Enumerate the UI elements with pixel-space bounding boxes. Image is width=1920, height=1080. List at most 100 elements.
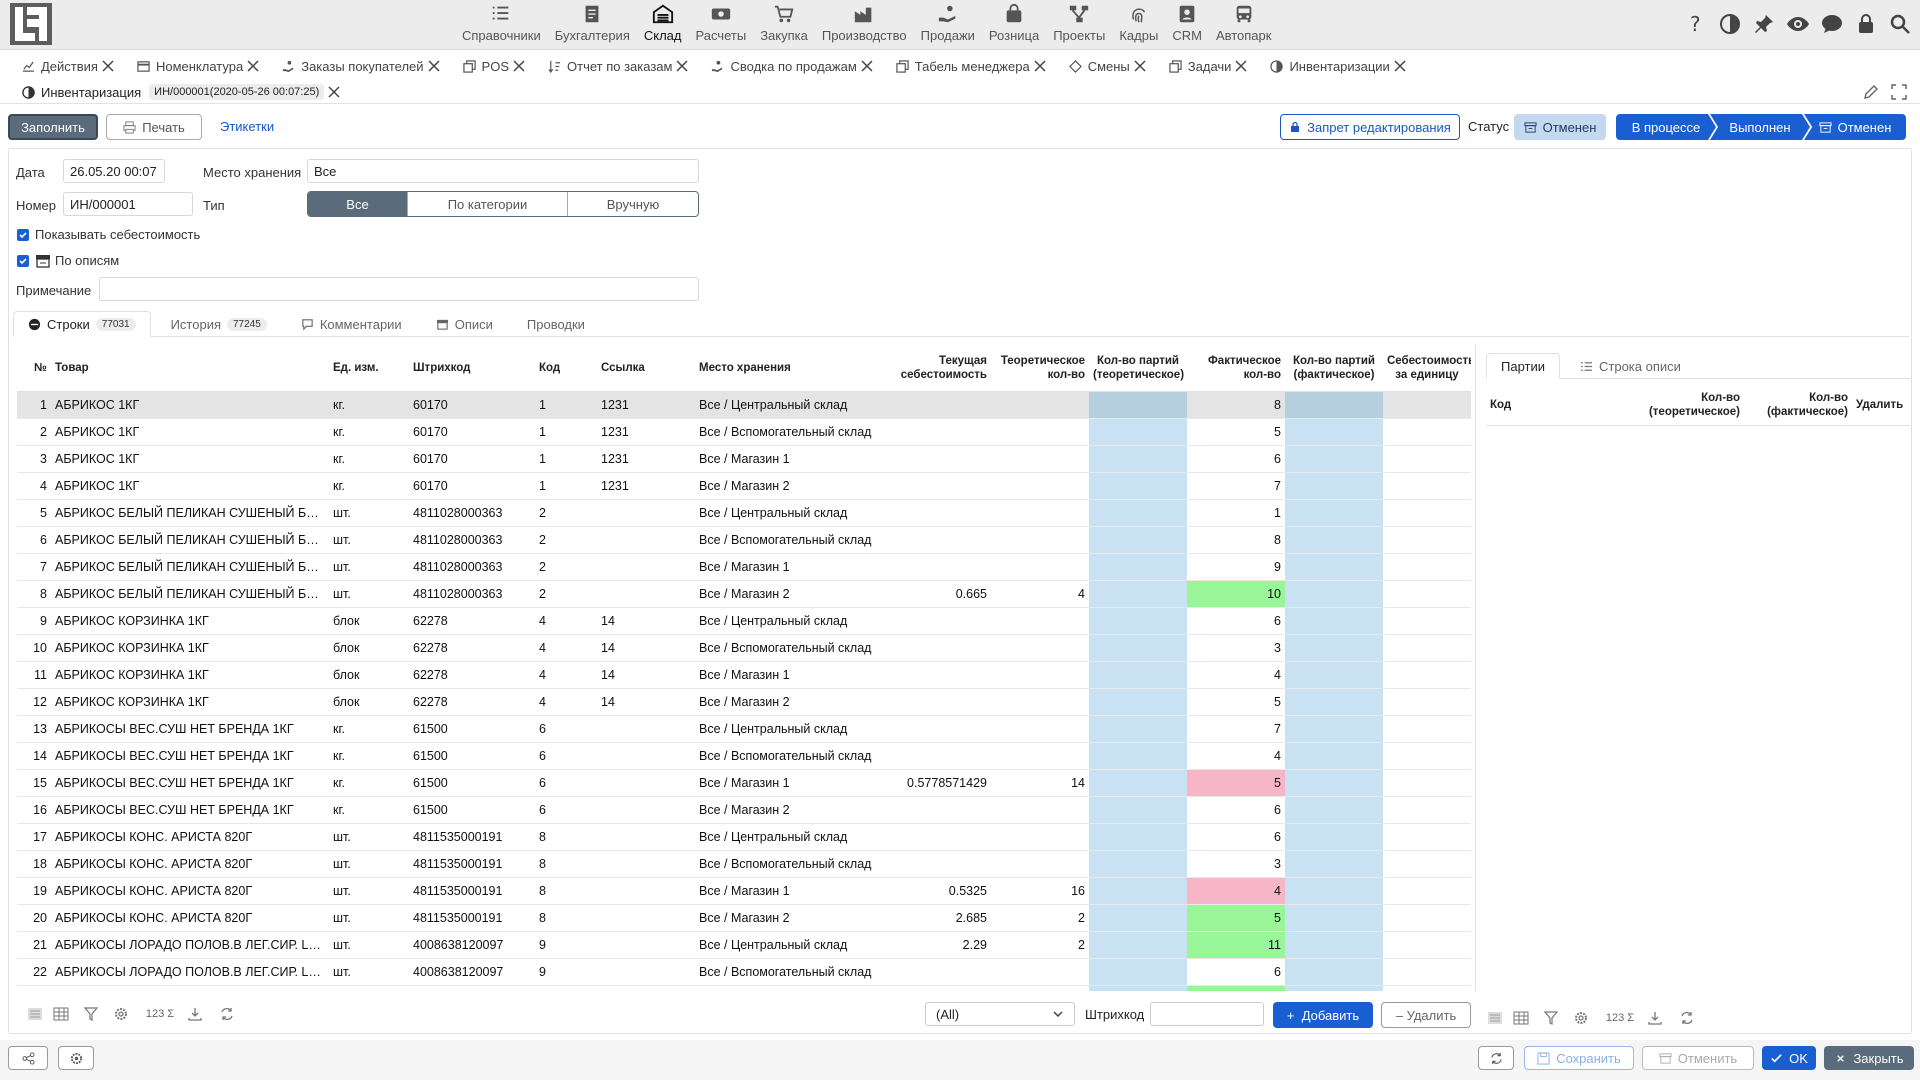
save-button[interactable]: Сохранить <box>1524 1046 1634 1070</box>
close-icon[interactable] <box>1234 59 1248 73</box>
help-icon[interactable]: ? <box>1684 12 1708 36</box>
table-row[interactable]: 17 АБРИКОСЫ КОНС. АРИСТА 820Г шт. 481153500… <box>17 823 1471 851</box>
table-row[interactable]: 22 АБРИКОСЫ ЛОРАДО ПОЛОВ.В ЛЕГ.СИР. LO...… <box>17 958 1471 986</box>
doc-tab-6[interactable]: Сводка по продажам <box>709 54 883 78</box>
list-view-icon[interactable] <box>1485 1009 1505 1027</box>
ok-button[interactable]: OK <box>1762 1046 1816 1070</box>
module-5[interactable]: Закупка <box>753 0 815 50</box>
tab-comments[interactable]: Комментарии <box>287 311 416 337</box>
col-qty-theoretical[interactable]: Кол-во (теоретическое) <box>1636 385 1744 426</box>
col-7[interactable]: Место хранения <box>695 345 891 392</box>
app-logo[interactable] <box>10 3 52 45</box>
table-view-icon[interactable] <box>1511 1009 1531 1027</box>
module-2[interactable]: Бухгалтерия <box>548 0 637 50</box>
table-row[interactable]: 10 АБРИКОС КОРЗИНКА 1КГ блок 62278 4 14 Все / … <box>17 634 1471 662</box>
eye-icon[interactable] <box>1786 12 1810 36</box>
doc-tab-4[interactable]: POS <box>461 54 536 78</box>
doc-tab-8[interactable]: Смены <box>1067 54 1157 78</box>
doc-tab-7[interactable]: Табель менеджера <box>894 54 1057 78</box>
tab-lists[interactable]: Описи <box>422 311 507 337</box>
close-icon[interactable] <box>327 85 341 99</box>
doc-tab-3[interactable]: Заказы покупателей <box>280 54 450 78</box>
filter-icon[interactable] <box>1541 1009 1561 1027</box>
col-1[interactable]: № <box>17 345 51 392</box>
table-row[interactable]: 18 АБРИКОСЫ КОНС. АРИСТА 820Г шт. 481153500… <box>17 850 1471 878</box>
close-icon[interactable] <box>1393 59 1407 73</box>
table-row[interactable]: 16 АБРИКОСЫ ВЕС.СУШ НЕТ БРЕНДА 1КГ кг. 6150… <box>17 796 1471 824</box>
module-4[interactable]: Расчеты <box>688 0 753 50</box>
type-all[interactable]: Все <box>308 192 407 216</box>
list-view-icon[interactable] <box>25 1005 45 1023</box>
close-button[interactable]: Закрыть <box>1824 1046 1914 1070</box>
sum-toggle[interactable]: 123 Σ <box>143 1005 177 1023</box>
settings-icon[interactable] <box>1571 1009 1591 1027</box>
settings-button[interactable] <box>58 1046 94 1070</box>
table-row[interactable]: 2 АБРИКОС 1КГ кг. 60170 1 1231 Все / Вспомогат… <box>17 418 1471 446</box>
refresh-icon[interactable] <box>217 1005 237 1023</box>
module-10[interactable]: Кадры <box>1112 0 1165 50</box>
close-icon[interactable] <box>101 59 115 73</box>
table-row[interactable]: 19 АБРИКОСЫ КОНС. АРИСТА 820Г шт. 481153500… <box>17 877 1471 905</box>
module-12[interactable]: Автопарк <box>1209 0 1279 50</box>
show-cost-checkbox[interactable]: Показывать себестоимость <box>17 227 200 242</box>
col-3[interactable]: Ед. изм. <box>329 345 409 392</box>
number-input[interactable]: ИН/000001 <box>63 192 193 216</box>
close-icon[interactable] <box>427 59 441 73</box>
close-icon[interactable] <box>675 59 689 73</box>
close-icon[interactable] <box>860 59 874 73</box>
type-manual[interactable]: Вручную <box>567 192 698 216</box>
share-button[interactable] <box>8 1046 48 1070</box>
labels-link[interactable]: Этикетки <box>220 119 274 134</box>
step-cancelled[interactable]: Отменен <box>1804 114 1906 140</box>
col-code[interactable]: Код <box>1486 385 1636 426</box>
tab-batches[interactable]: Партии <box>1486 353 1560 379</box>
table-row[interactable]: 21 АБРИКОСЫ ЛОРАДО ПОЛОВ.В ЛЕГ.СИР. LO...… <box>17 931 1471 959</box>
step-done[interactable]: Выполнен <box>1710 114 1810 140</box>
doc-tab-1[interactable]: Действия <box>20 54 125 78</box>
fullscreen-icon[interactable] <box>1890 83 1908 101</box>
module-9[interactable]: Проекты <box>1046 0 1112 50</box>
storage-input[interactable]: Все <box>307 159 699 183</box>
table-row[interactable]: 12 АБРИКОС КОРЗИНКА 1КГ блок 62278 4 14 Все / … <box>17 688 1471 716</box>
table-row[interactable]: 23АБРИКОСЫ ЛОРАДО ПОЛОВ.В ЛЕГ.СИР. LO...… <box>17 985 1471 991</box>
step-in-process[interactable]: В процессе <box>1616 114 1716 140</box>
filter-icon[interactable] <box>81 1005 101 1023</box>
module-1[interactable]: Справочники <box>455 0 548 50</box>
module-6[interactable]: Производство <box>815 0 914 50</box>
barcode-input[interactable] <box>1150 1002 1264 1026</box>
col-10[interactable]: Кол-во партий (теоретическое) <box>1089 345 1187 392</box>
edit-icon[interactable] <box>1862 83 1880 101</box>
reload-button[interactable] <box>1478 1046 1514 1070</box>
close-icon[interactable] <box>1133 59 1147 73</box>
close-icon[interactable] <box>512 59 526 73</box>
col-4[interactable]: Штрихкод <box>409 345 535 392</box>
chat-icon[interactable] <box>1820 12 1844 36</box>
doc-tab-9[interactable]: Задачи <box>1167 54 1259 78</box>
table-row[interactable]: 4 АБРИКОС 1КГ кг. 60170 1 1231 Все / Магазин 2… <box>17 472 1471 500</box>
col-delete[interactable]: Удалить <box>1852 385 1910 426</box>
col-qty-actual[interactable]: Кол-во (фактическое) <box>1744 385 1852 426</box>
doc-tab-2[interactable]: Номенклатура <box>135 54 270 78</box>
download-icon[interactable] <box>1645 1009 1665 1027</box>
cancel-button[interactable]: Отменить <box>1642 1046 1754 1070</box>
filter-select[interactable]: (All) <box>925 1002 1075 1026</box>
table-row[interactable]: 9 АБРИКОС КОРЗИНКА 1КГ блок 62278 4 14 Все / Ц… <box>17 607 1471 635</box>
sum-toggle[interactable]: 123 Σ <box>1603 1009 1637 1027</box>
table-row[interactable]: 13 АБРИКОСЫ ВЕС.СУШ НЕТ БРЕНДА 1КГ кг. 6150… <box>17 715 1471 743</box>
close-icon[interactable] <box>1033 59 1047 73</box>
lock-icon[interactable] <box>1854 12 1878 36</box>
fill-button[interactable]: Заполнить <box>8 114 98 140</box>
col-11[interactable]: Фактическое кол-во <box>1187 345 1285 392</box>
col-6[interactable]: Ссылка <box>597 345 695 392</box>
theme-icon[interactable] <box>1718 12 1742 36</box>
tab-rows[interactable]: Строки 77031 <box>13 311 151 337</box>
doc-tab-5[interactable]: Отчет по заказам <box>546 54 699 78</box>
table-view-icon[interactable] <box>51 1005 71 1023</box>
table-row[interactable]: 5 АБРИКОС БЕЛЫЙ ПЕЛИКАН СУШЕНЫЙ БЕЛ... шт.… <box>17 499 1471 527</box>
table-row[interactable]: 20 АБРИКОСЫ КОНС. АРИСТА 820Г шт. 481153500… <box>17 904 1471 932</box>
module-11[interactable]: CRM <box>1165 0 1209 50</box>
table-row[interactable]: 14 АБРИКОСЫ ВЕС.СУШ НЕТ БРЕНДА 1КГ кг. 6150… <box>17 742 1471 770</box>
tab-inventory-doc[interactable]: Инвентаризация ИН/000001(2020-05-26 00:0… <box>20 80 351 104</box>
print-button[interactable]: Печать <box>106 114 202 140</box>
table-row[interactable]: 1 АБРИКОС 1КГ кг. 60170 1 1231 Все / Центральн… <box>17 391 1471 419</box>
